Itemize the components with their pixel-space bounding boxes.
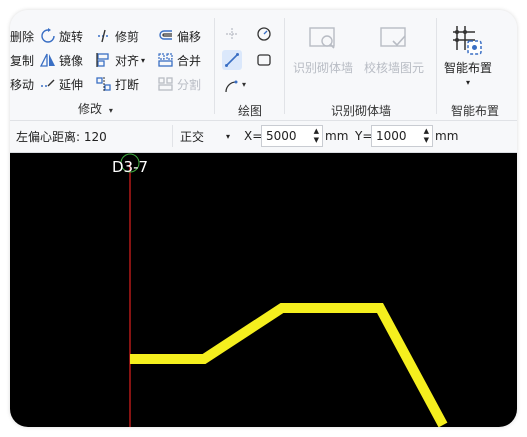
- rotate-button[interactable]: 旋转: [40, 26, 83, 46]
- move-label: 移动: [10, 77, 35, 92]
- delete-label: 删除: [10, 29, 35, 44]
- trim-button[interactable]: 修剪: [96, 26, 139, 46]
- point-icon: [226, 28, 238, 40]
- align-button[interactable]: 对齐 ▾: [96, 50, 145, 70]
- rectangle-icon: [257, 54, 271, 66]
- offset-distance-field[interactable]: 左偏心距离: 120: [12, 125, 170, 147]
- x-coordinate-value: 5000: [266, 129, 297, 143]
- point-tool-button[interactable]: [222, 24, 242, 44]
- line-tool-button[interactable]: [222, 50, 242, 70]
- ribbon-toolbar: 删除 旋转 修剪 偏移 复制 镜像 对齐 ▾ 合并 移动 延伸 打断 分割 修改…: [10, 10, 517, 121]
- y-coordinate-input[interactable]: 1000 ▲ ▼: [371, 125, 433, 147]
- modify-group-expand-icon[interactable]: ▾: [109, 106, 113, 115]
- divider: [172, 125, 173, 147]
- smart-layout-button[interactable]: 智能布置 ▾: [438, 24, 498, 87]
- identify-wall-button[interactable]: 识别砌体墙: [291, 24, 355, 76]
- offset-label: 偏移: [177, 29, 202, 44]
- mode-dropdown-arrow-icon: ▾: [225, 131, 230, 141]
- merge-button[interactable]: 合并: [158, 50, 201, 70]
- axis-label: D3-7: [112, 158, 148, 176]
- modify-group-label[interactable]: 修改 ▾: [78, 100, 113, 117]
- rotate-label: 旋转: [59, 29, 84, 44]
- wall-polyline[interactable]: [130, 303, 448, 427]
- offset-button[interactable]: 偏移: [158, 26, 201, 46]
- offset-icon: [159, 30, 172, 40]
- break-button[interactable]: 打断: [96, 74, 139, 94]
- line-icon: [225, 53, 239, 67]
- app-window: 删除 旋转 修剪 偏移 复制 镜像 对齐 ▾ 合并 移动 延伸 打断 分割 修改…: [10, 10, 517, 427]
- x-coordinate-input[interactable]: 5000 ▲ ▼: [261, 125, 323, 147]
- divider: [436, 18, 437, 114]
- x-spinner-icon[interactable]: ▲ ▼: [314, 127, 319, 145]
- y-coordinate-value: 1000: [376, 129, 407, 143]
- trim-label: 修剪: [115, 29, 140, 44]
- copy-button[interactable]: 复制: [10, 50, 34, 70]
- copy-label: 复制: [10, 53, 35, 68]
- mirror-label: 镜像: [59, 53, 84, 68]
- delete-button[interactable]: 删除: [10, 26, 34, 46]
- x-unit-label: mm: [325, 129, 349, 143]
- rectangle-tool-button[interactable]: [254, 50, 274, 70]
- check-wall-button[interactable]: 校核墙图元: [360, 24, 428, 76]
- divider: [284, 18, 285, 114]
- move-button[interactable]: 移动: [10, 74, 34, 94]
- merge-label: 合并: [177, 53, 202, 68]
- extend-label: 延伸: [59, 77, 84, 92]
- mode-select-value: 正交: [180, 129, 205, 144]
- offset-distance-text: 左偏心距离: 120: [16, 129, 107, 144]
- mode-select[interactable]: 正交 ▾: [176, 125, 234, 147]
- y-coordinate-label: Y=: [355, 129, 373, 143]
- options-bar: 左偏心距离: 120 正交 ▾ X= 5000 ▲ ▼ mm Y= 1000 ▲ ▼…: [10, 121, 517, 153]
- x-coordinate-label: X=: [244, 129, 263, 143]
- y-unit-label: mm: [435, 129, 459, 143]
- rotate-icon: [41, 28, 55, 43]
- split-label: 分割: [177, 77, 202, 92]
- break-icon: [96, 77, 111, 91]
- canvas-svg: D3-7: [112, 153, 448, 427]
- drawing-canvas[interactable]: D3-7: [10, 153, 517, 427]
- check-wall-label: 校核墙图元: [363, 61, 424, 75]
- identify-wall-label: 识别砌体墙: [292, 61, 353, 75]
- circle-icon: [257, 27, 271, 41]
- mirror-button[interactable]: 镜像: [40, 50, 83, 70]
- divider: [214, 18, 215, 114]
- identify-wall-icon: [309, 27, 335, 49]
- align-label: 对齐: [115, 53, 140, 68]
- align-dropdown-arrow-icon[interactable]: ▾: [141, 56, 145, 65]
- mirror-icon: [40, 53, 55, 67]
- check-wall-icon: [380, 27, 406, 47]
- extend-button[interactable]: 延伸: [40, 74, 83, 94]
- modify-group-text: 修改: [78, 102, 103, 116]
- layout-group-label: 智能布置: [451, 104, 500, 118]
- split-button[interactable]: 分割: [158, 74, 201, 94]
- circle-tool-button[interactable]: [254, 24, 274, 44]
- align-icon: [96, 53, 109, 67]
- smart-layout-dropdown-icon[interactable]: ▾: [438, 78, 498, 87]
- extend-icon: [41, 79, 55, 87]
- smart-layout-label: 智能布置: [443, 61, 492, 75]
- arc-icon: [225, 80, 238, 93]
- arc-tool-button[interactable]: [222, 76, 242, 96]
- draw-group-label: 绘图: [238, 104, 263, 118]
- split-icon: [158, 77, 173, 91]
- y-spinner-icon[interactable]: ▲ ▼: [424, 127, 429, 145]
- wall-group-label: 识别砌体墙: [331, 104, 392, 118]
- smart-layout-icon: [453, 26, 482, 55]
- trim-icon: [98, 29, 110, 43]
- break-label: 打断: [115, 77, 140, 92]
- arc-dropdown-arrow-icon[interactable]: ▾: [242, 80, 246, 89]
- merge-icon: [158, 53, 173, 67]
